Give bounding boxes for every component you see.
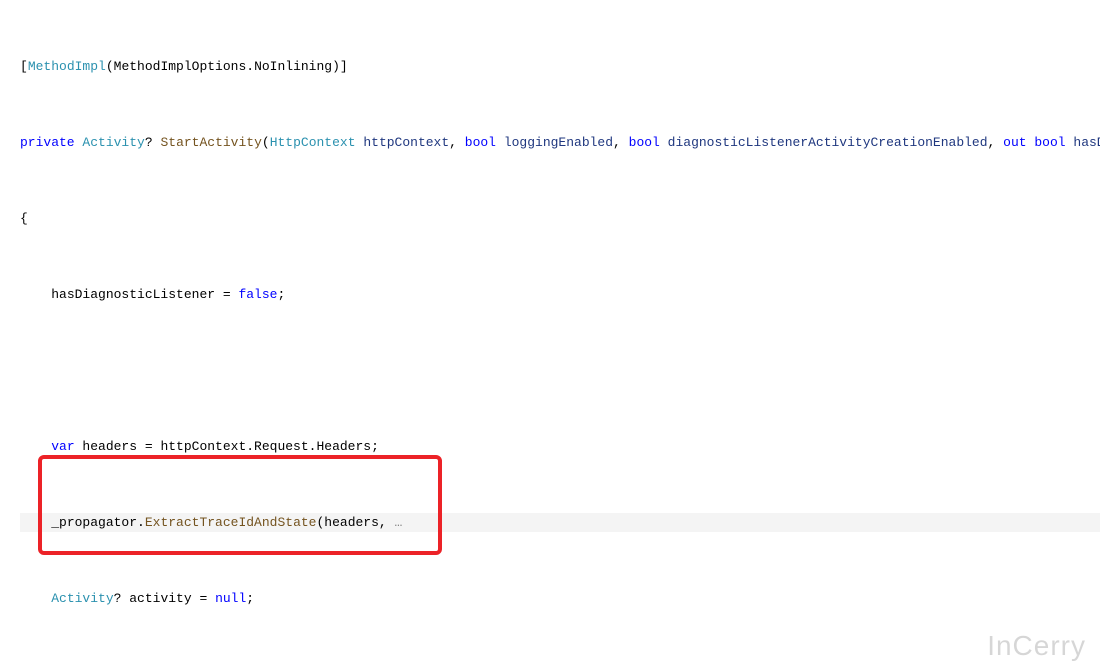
param-name: hasDi [1073,135,1100,150]
txt: ( [106,59,114,74]
txt: ] [340,59,348,74]
kw-out: out [1003,135,1026,150]
txt: ; [246,591,254,606]
method-name: StartActivity [160,135,261,150]
txt: hasDiagnosticListener = [51,287,238,302]
txt: _propagator. [51,515,145,530]
kw-false: false [238,287,277,302]
txt: ? [145,135,153,150]
code-line: Activity? activity = null; [20,589,1100,608]
open-brace: { [20,211,28,226]
highlight-box [38,455,442,555]
code-line: _propagator.ExtractTraceIdAndState(heade… [20,513,1100,532]
param-type: HttpContext [270,135,356,150]
ellipsis-icon: … [387,515,403,530]
code-line: { [20,209,1100,228]
code-line: private Activity? StartActivity(HttpCont… [20,133,1100,152]
txt: activity = [121,591,215,606]
param-name: diagnosticListenerActivityCreationEnable… [668,135,988,150]
param-name: httpContext [363,135,449,150]
code-line: [MethodImpl(MethodImplOptions.NoInlining… [20,57,1100,76]
txt: ) [332,59,340,74]
kw-null: null [215,591,246,606]
code-line: hasDiagnosticListener = false; [20,285,1100,304]
param-type: bool [1034,135,1065,150]
param-name: loggingEnabled [504,135,613,150]
code-line: var headers = httpContext.Request.Header… [20,437,1100,456]
param-type: bool [629,135,660,150]
kw-private: private [20,135,75,150]
txt: ; [277,287,285,302]
attribute-arg: MethodImplOptions.NoInlining [114,59,332,74]
code-line [20,361,1100,380]
kw-var: var [51,439,74,454]
method-call: ExtractTraceIdAndState [145,515,317,530]
param-type: bool [465,135,496,150]
attribute-name: MethodImpl [28,59,106,74]
txt: (headers, [316,515,386,530]
code-editor[interactable]: [MethodImpl(MethodImplOptions.NoInlining… [0,0,1100,663]
type-name: Activity [51,591,113,606]
ret-type: Activity [82,135,144,150]
txt: [ [20,59,28,74]
txt: headers = httpContext.Request.Headers; [75,439,379,454]
